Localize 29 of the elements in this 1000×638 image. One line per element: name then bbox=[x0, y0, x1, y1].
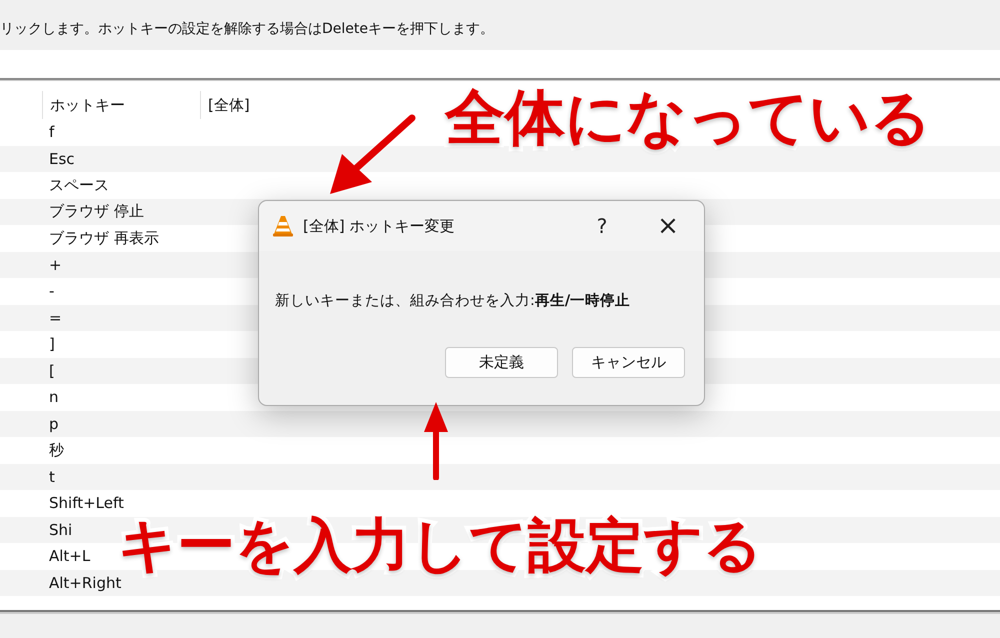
dialog-button[interactable]: 未定義 bbox=[445, 347, 558, 378]
column-header[interactable]: [全体] bbox=[200, 91, 250, 119]
dialog-message: 新しいキーまたは、組み合わせを入力:再生/一時停止 bbox=[274, 292, 632, 310]
help-button[interactable]: ? bbox=[592, 214, 612, 238]
table-cell-text: t bbox=[48, 468, 56, 486]
instruction-text: リックします。ホットキーの設定を解除する場合はDeleteキーを押下します。 bbox=[0, 20, 494, 38]
table-cell-text: Shi bbox=[48, 520, 74, 539]
table-cell-text: - bbox=[48, 282, 56, 300]
traffic-cone-icon bbox=[273, 215, 293, 237]
table-cell-text: + bbox=[48, 256, 63, 274]
table-cell-text: スペース bbox=[48, 176, 110, 195]
table-cell-text: Alt+Right bbox=[48, 574, 122, 592]
table-cell-text: n bbox=[48, 388, 60, 406]
table-cell-text: [ bbox=[48, 362, 56, 380]
dialog-title: [全体] ホットキー変更 bbox=[303, 216, 456, 236]
dialog-button[interactable]: キャンセル bbox=[572, 347, 685, 378]
column-header[interactable]: ホットキー bbox=[42, 91, 200, 119]
table-cell-text: = bbox=[48, 308, 63, 327]
table-cell-text: Esc bbox=[48, 150, 76, 168]
close-button[interactable]: × bbox=[656, 211, 680, 241]
table-cell-text: ブラウザ 再表示 bbox=[48, 228, 160, 248]
table-cell-text: Shift+Left bbox=[48, 494, 125, 512]
table-cell-text: f bbox=[48, 123, 56, 142]
table-cell-text: p bbox=[48, 414, 60, 433]
table-cell-text: ブラウザ 停止 bbox=[48, 202, 145, 222]
table-cell-text: ] bbox=[48, 335, 56, 354]
annotation-text: 全体になっている bbox=[445, 88, 931, 148]
table-cell-text: 秒 bbox=[48, 440, 65, 460]
table-cell-text: Alt+L bbox=[48, 547, 92, 566]
